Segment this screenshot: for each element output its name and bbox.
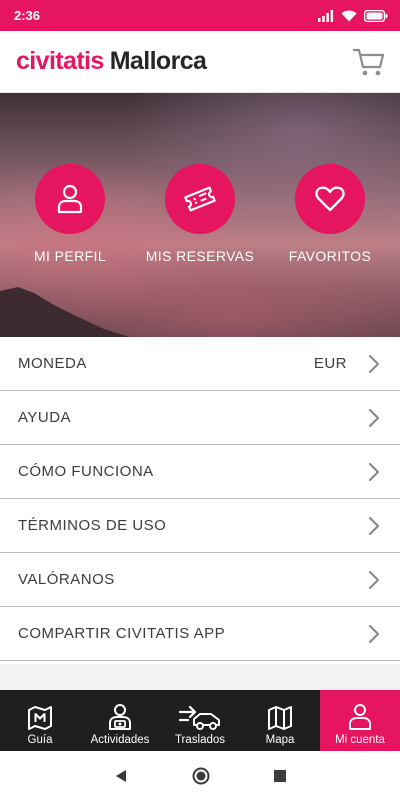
nav-label: Mapa (265, 734, 295, 746)
nav-label: Guía (27, 734, 53, 746)
status-icons (318, 9, 388, 22)
menu-item-terms-of-use[interactable]: TÉRMINOS DE USO (0, 499, 400, 553)
menu-item-currency[interactable]: MONEDA EUR (0, 337, 400, 391)
my-profile-button[interactable]: MI PERFIL (5, 164, 135, 264)
nav-label: Traslados (174, 734, 226, 746)
chevron-right-icon (368, 516, 380, 536)
list-footer-space (0, 664, 400, 690)
status-time: 2:36 (14, 8, 41, 23)
city-name: Mallorca (109, 47, 207, 75)
wifi-icon (341, 10, 357, 21)
shopping-cart-icon[interactable] (352, 45, 386, 79)
menu-item-label: TÉRMINOS DE USO (18, 517, 167, 534)
my-bookings-circle (165, 164, 235, 234)
status-bar: 2:36 (0, 0, 400, 31)
menu-item-label: AYUDA (18, 409, 72, 426)
account-menu: MONEDA EUR AYUDA CÓMO FUNCIONA TÉRMINOS … (0, 337, 400, 661)
nav-activities[interactable]: Actividades (80, 690, 160, 751)
menu-item-rate-us[interactable]: VALÓRANOS (0, 553, 400, 607)
nav-guide[interactable]: Guía (0, 690, 80, 751)
menu-item-share-app[interactable]: COMPARTIR CIVITATIS APP (0, 607, 400, 661)
menu-item-how-it-works[interactable]: CÓMO FUNCIONA (0, 445, 400, 499)
app-header: civitatis Mallorca (0, 31, 400, 93)
currency-value: EUR (313, 355, 347, 372)
chevron-right-icon (368, 354, 380, 374)
menu-item-label: COMPARTIR CIVITATIS APP (18, 625, 226, 642)
menu-item-label: MONEDA (18, 355, 87, 372)
user-icon (349, 704, 371, 730)
nav-label: Mi cuenta (335, 734, 385, 746)
favorites-button[interactable]: FAVORITOS (265, 164, 395, 264)
guide-map-icon (28, 706, 52, 730)
battery-icon (364, 9, 388, 22)
transfer-car-icon (178, 705, 220, 730)
favorites-label: FAVORITOS (288, 248, 372, 264)
nav-label: Actividades (90, 734, 150, 746)
map-icon (268, 706, 292, 730)
app-logo: civitatis Mallorca (16, 47, 207, 76)
menu-item-help[interactable]: AYUDA (0, 391, 400, 445)
my-profile-circle (35, 164, 105, 234)
back-icon[interactable] (114, 769, 128, 783)
recents-icon[interactable] (274, 769, 286, 782)
chevron-right-icon (368, 462, 380, 482)
nav-my-account[interactable]: Mi cuenta (320, 690, 400, 751)
chevron-right-icon (368, 624, 380, 644)
brand-name: civitatis (16, 47, 104, 75)
activities-icon (109, 704, 131, 730)
chevron-right-icon (368, 408, 380, 428)
heart-icon (315, 186, 345, 212)
system-navigation-bar (0, 751, 400, 800)
menu-item-label: VALÓRANOS (18, 571, 115, 588)
profile-hero: MI PERFIL MIS RESERVAS FAVORITOS (0, 93, 400, 337)
bottom-navigation: Guía Actividades Traslados Mapa Mi cuent… (0, 690, 400, 751)
my-bookings-label: MIS RESERVAS (145, 248, 255, 264)
user-icon (57, 184, 83, 214)
chevron-right-icon (368, 570, 380, 590)
favorites-circle (295, 164, 365, 234)
ticket-icon (184, 186, 216, 212)
nav-map[interactable]: Mapa (240, 690, 320, 751)
home-icon[interactable] (192, 767, 210, 785)
nav-transfers[interactable]: Traslados (160, 690, 240, 751)
signal-icon (318, 9, 334, 22)
my-profile-label: MI PERFIL (33, 248, 107, 264)
my-bookings-button[interactable]: MIS RESERVAS (135, 164, 265, 264)
menu-item-label: CÓMO FUNCIONA (18, 463, 154, 480)
cliff-silhouette (0, 287, 130, 337)
